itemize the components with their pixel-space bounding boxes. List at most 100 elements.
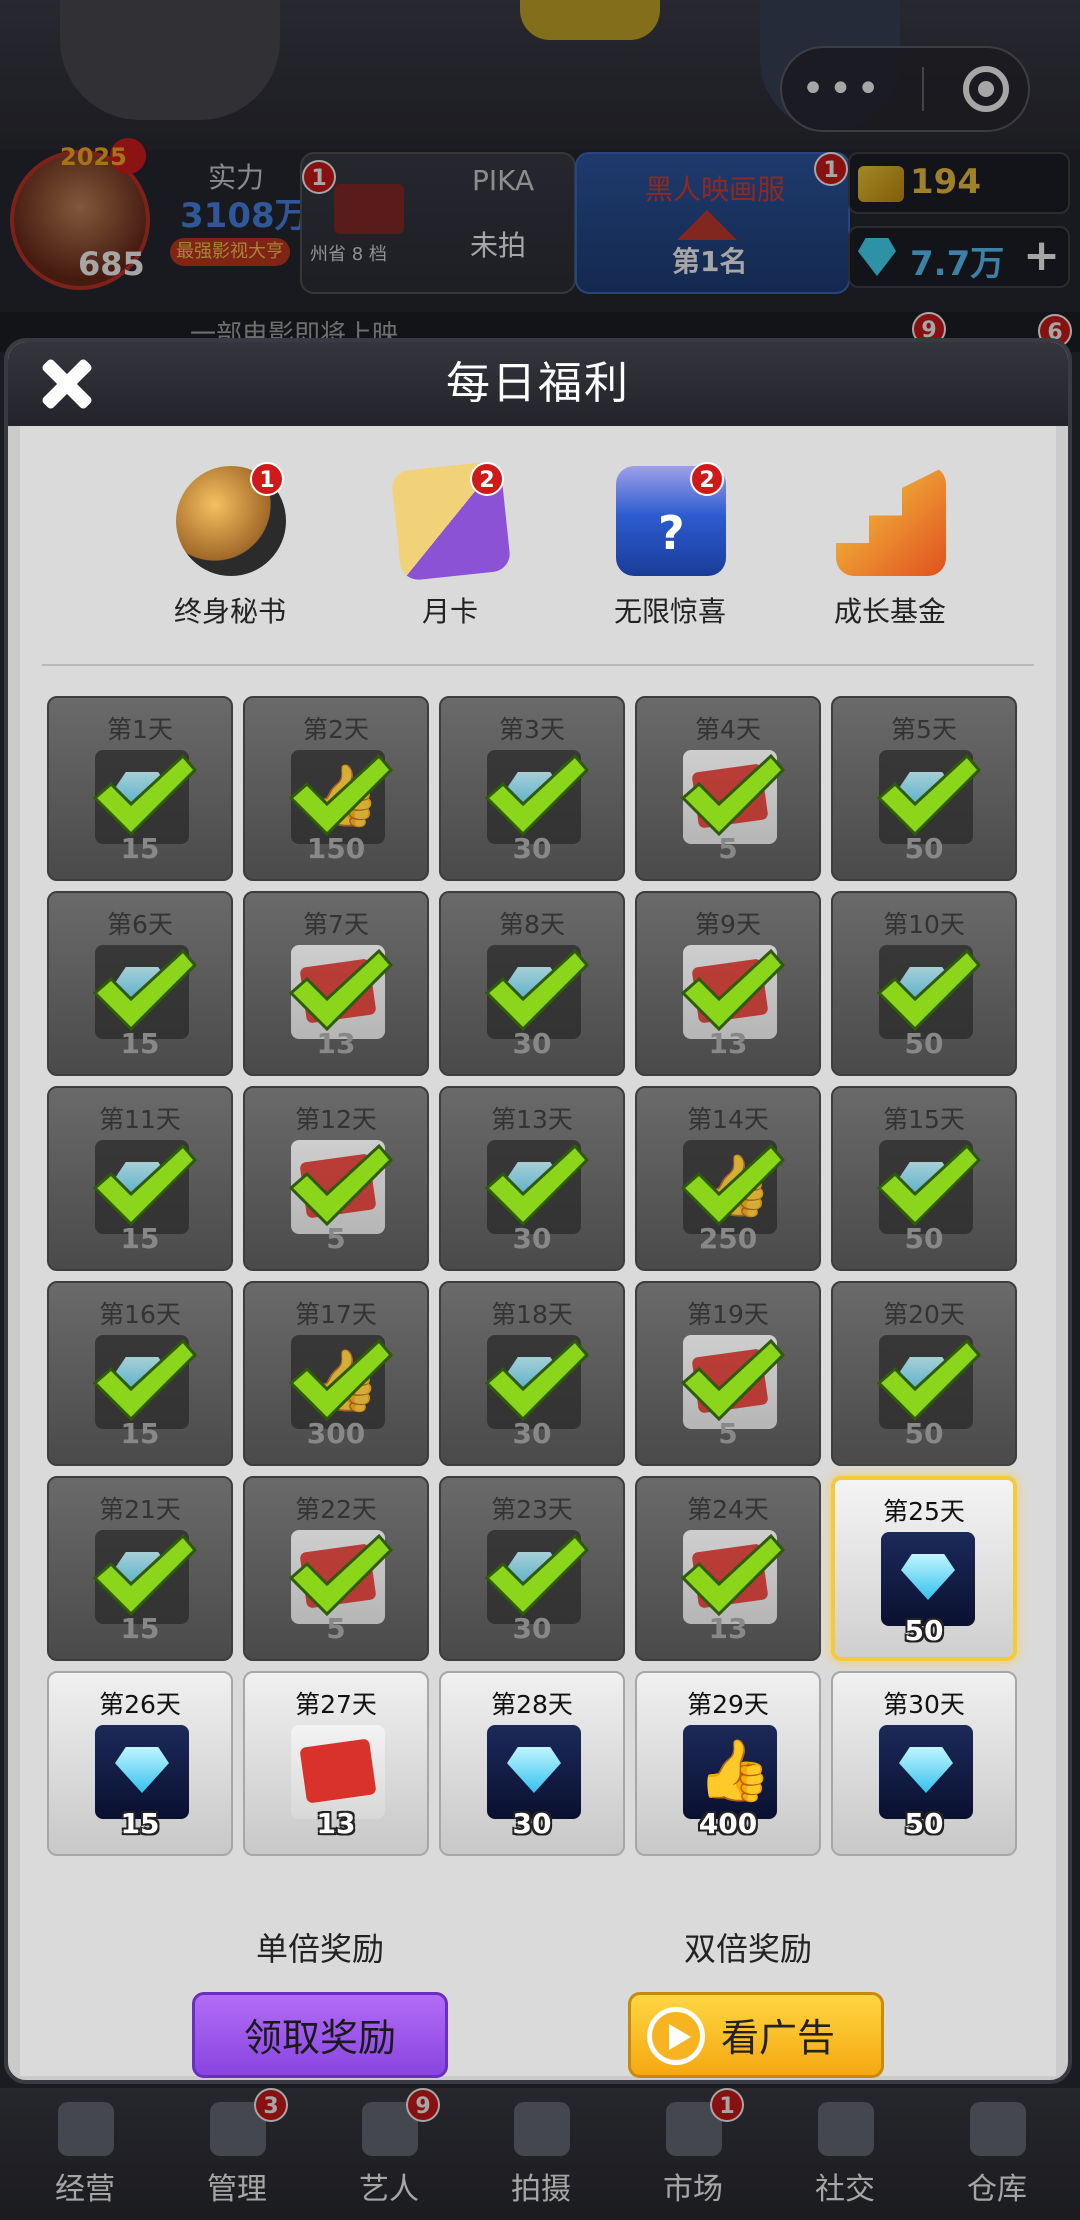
day-reward-cell: 第20天 50 (831, 1281, 1017, 1466)
tab-growth-fund[interactable]: 成长基金 (800, 456, 980, 636)
day-label: 第25天 (883, 1497, 965, 1526)
checkmark-icon (680, 753, 786, 837)
day-label: 第3天 (499, 715, 565, 744)
checkmark-icon (288, 1143, 394, 1227)
checkmark-icon (484, 1338, 590, 1422)
reward-amount: 30 (512, 1807, 552, 1840)
tab-monthly-card[interactable]: 2 月卡 (360, 456, 540, 636)
gem-icon (881, 1532, 975, 1626)
double-reward-label: 双倍奖励 (684, 1930, 813, 1968)
day-reward-cell: 第15天 50 (831, 1086, 1017, 1271)
checkmark-icon (876, 948, 982, 1032)
reward-amount: 50 (904, 1807, 944, 1840)
checkmark-icon (484, 948, 590, 1032)
tab-label: 成长基金 (833, 595, 946, 628)
divider (42, 664, 1034, 666)
day-label: 第9天 (695, 910, 761, 939)
day-reward-cell: 第24天 13 (635, 1476, 821, 1661)
day-label: 第20天 (883, 1300, 965, 1329)
day-reward-cell: 第10天 50 (831, 891, 1017, 1076)
day-reward-cell: 第30天 50 (831, 1671, 1017, 1856)
day-reward-cell: 第19天 5 (635, 1281, 821, 1466)
ticket-icon (291, 1725, 385, 1819)
day-reward-cell: 第2天150 (243, 696, 429, 881)
day-label: 第26天 (99, 1690, 181, 1719)
checkmark-icon (876, 753, 982, 837)
checkmark-icon (288, 753, 394, 837)
checkmark-icon (484, 753, 590, 837)
day-label: 第27天 (295, 1690, 377, 1719)
reward-amount: 400 (698, 1807, 758, 1840)
checkmark-icon (484, 1143, 590, 1227)
reward-amount: 15 (120, 1807, 160, 1840)
day-reward-cell[interactable]: 第25天 50 (831, 1476, 1017, 1661)
tab-badge: 1 (250, 462, 284, 496)
day-label: 第10天 (883, 910, 965, 939)
day-reward-cell: 第22天 5 (243, 1476, 429, 1661)
gem-icon (95, 1725, 189, 1819)
day-reward-cell: 第26天 15 (47, 1671, 233, 1856)
day-reward-cell: 第23天 30 (439, 1476, 625, 1661)
checkmark-icon (680, 1533, 786, 1617)
day-reward-cell: 第17天300 (243, 1281, 429, 1466)
day-reward-cell: 第6天 15 (47, 891, 233, 1076)
day-reward-cell: 第12天 5 (243, 1086, 429, 1271)
modal-header: 每日福利 (8, 342, 1068, 426)
close-icon[interactable] (36, 354, 96, 414)
checkmark-icon (680, 1143, 786, 1227)
claim-reward-button[interactable]: 领取奖励 (192, 1992, 448, 2078)
day-label: 第8天 (499, 910, 565, 939)
tab-badge: 2 (690, 462, 724, 496)
checkmark-icon (288, 1338, 394, 1422)
day-label: 第22天 (295, 1495, 377, 1524)
day-reward-cell: 第7天 13 (243, 891, 429, 1076)
tab-badge: 2 (470, 462, 504, 496)
checkmark-icon (92, 1533, 198, 1617)
day-reward-cell: 第8天 30 (439, 891, 625, 1076)
day-reward-cell: 第1天 15 (47, 696, 233, 881)
day-reward-cell: 第3天 30 (439, 696, 625, 881)
day-reward-cell: 第14天250 (635, 1086, 821, 1271)
day-reward-cell: 第13天 30 (439, 1086, 625, 1271)
tab-lifetime-secretary[interactable]: 1 终身秘书 (140, 456, 320, 636)
day-reward-cell: 第29天 400 (635, 1671, 821, 1856)
day-label: 第5天 (891, 715, 957, 744)
tab-unlimited-surprise[interactable]: 2 无限惊喜 (580, 456, 760, 636)
tab-label: 无限惊喜 (613, 595, 726, 628)
day-label: 第6天 (107, 910, 173, 939)
day-label: 第13天 (491, 1105, 573, 1134)
day-reward-cell: 第11天 15 (47, 1086, 233, 1271)
day-label: 第17天 (295, 1300, 377, 1329)
day-label: 第19天 (687, 1300, 769, 1329)
day-label: 第15天 (883, 1105, 965, 1134)
day-label: 第24天 (687, 1495, 769, 1524)
watch-ad-label: 看广告 (721, 2016, 836, 2060)
watch-ad-button[interactable]: 看广告 (628, 1992, 884, 2078)
day-label: 第1天 (107, 715, 173, 744)
play-icon (647, 2007, 705, 2065)
day-label: 第16天 (99, 1300, 181, 1329)
modal-body: 1 终身秘书 2 月卡 2 无限惊喜 成长基金 (20, 426, 1056, 2078)
day-label: 第12天 (295, 1105, 377, 1134)
modal-title: 每日福利 (446, 358, 630, 409)
gem-icon (487, 1725, 581, 1819)
day-reward-cell: 第4天 5 (635, 696, 821, 881)
day-label: 第4天 (695, 715, 761, 744)
checkmark-icon (876, 1338, 982, 1422)
day-reward-cell: 第21天 15 (47, 1476, 233, 1661)
day-label: 第18天 (491, 1300, 573, 1329)
checkmark-icon (680, 948, 786, 1032)
checkmark-icon (92, 1338, 198, 1422)
daily-welfare-modal: 每日福利 1 终身秘书 2 月卡 2 无限惊喜 (4, 338, 1072, 2084)
checkmark-icon (288, 1533, 394, 1617)
day-label: 第14天 (687, 1105, 769, 1134)
day-label: 第2天 (303, 715, 369, 744)
day-reward-cell: 第28天 30 (439, 1671, 625, 1856)
reward-amount: 50 (904, 1614, 944, 1647)
day-reward-cell: 第18天 30 (439, 1281, 625, 1466)
checkmark-icon (288, 948, 394, 1032)
gem-icon (879, 1725, 973, 1819)
like-icon (683, 1725, 777, 1819)
single-reward-label: 单倍奖励 (256, 1930, 385, 1968)
day-label: 第30天 (883, 1690, 965, 1719)
